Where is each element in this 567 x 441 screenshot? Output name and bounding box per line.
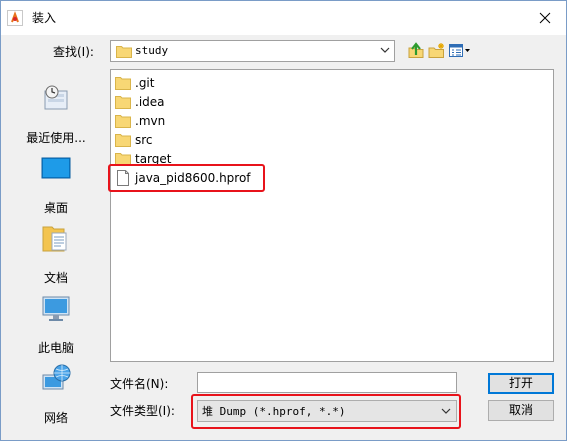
look-in-label: 查找(I): (53, 45, 94, 59)
place-label: 网络 (43, 411, 68, 425)
file-name-input[interactable] (197, 372, 457, 393)
file-name-label: 文件名(N): (110, 377, 169, 391)
list-item-folder[interactable]: src (113, 130, 153, 149)
file-name: src (135, 132, 153, 147)
view-menu-button[interactable] (449, 41, 471, 61)
folder-icon (115, 114, 131, 128)
place-recent-items[interactable]: 最近使用... (10, 83, 102, 145)
close-icon (539, 12, 550, 24)
new-folder-icon (428, 43, 444, 58)
place-label: 文档 (43, 271, 68, 285)
file-name: .idea (135, 94, 165, 109)
desktop-icon (41, 157, 71, 179)
up-one-level-button[interactable] (406, 41, 426, 61)
open-button[interactable]: 打开 (488, 373, 554, 394)
new-folder-button[interactable] (427, 41, 447, 61)
highlight-box-file-type (191, 394, 461, 429)
folder-icon (115, 95, 131, 109)
highlight-box-file (108, 164, 265, 192)
view-menu-icon (449, 44, 470, 57)
close-button[interactable] (523, 1, 566, 35)
up-one-level-icon (408, 42, 424, 58)
list-item-folder[interactable]: .git (113, 73, 154, 92)
folder-icon (115, 133, 131, 147)
file-list[interactable]: .git .idea .mvn src target java_pid8600.… (110, 69, 554, 362)
this-pc-icon (42, 296, 70, 321)
file-type-label: 文件类型(I): (110, 404, 175, 418)
title-bar: 装入 (1, 1, 566, 35)
folder-icon (116, 46, 132, 58)
cancel-button[interactable]: 取消 (488, 400, 554, 421)
recent-items-icon (44, 85, 68, 110)
place-documents[interactable]: 文档 (10, 223, 102, 285)
place-network[interactable]: 网络 (10, 363, 102, 425)
file-name: .mvn (135, 113, 166, 128)
file-name: .git (135, 75, 155, 90)
chevron-down-icon (380, 47, 390, 53)
place-label: 此电脑 (37, 341, 74, 355)
open-file-dialog: 装入 查找(I): study 最近使用... 桌面 文档 此电脑 网络 .gi… (0, 0, 567, 441)
list-item-folder[interactable]: .idea (113, 92, 165, 111)
places-bar: 最近使用... 桌面 文档 此电脑 网络 (10, 69, 102, 437)
place-label: 最近使用... (26, 131, 86, 145)
java-app-icon (7, 10, 23, 26)
network-icon (42, 364, 71, 390)
documents-icon (42, 226, 67, 252)
folder-icon (115, 76, 131, 90)
place-desktop[interactable]: 桌面 (10, 153, 102, 215)
look-in-combobox[interactable]: study (110, 40, 395, 62)
list-item-folder[interactable]: .mvn (113, 111, 165, 130)
place-label: 桌面 (43, 201, 68, 215)
dialog-title: 装入 (32, 11, 57, 25)
place-this-pc[interactable]: 此电脑 (10, 293, 102, 355)
look-in-value: study (135, 44, 169, 57)
